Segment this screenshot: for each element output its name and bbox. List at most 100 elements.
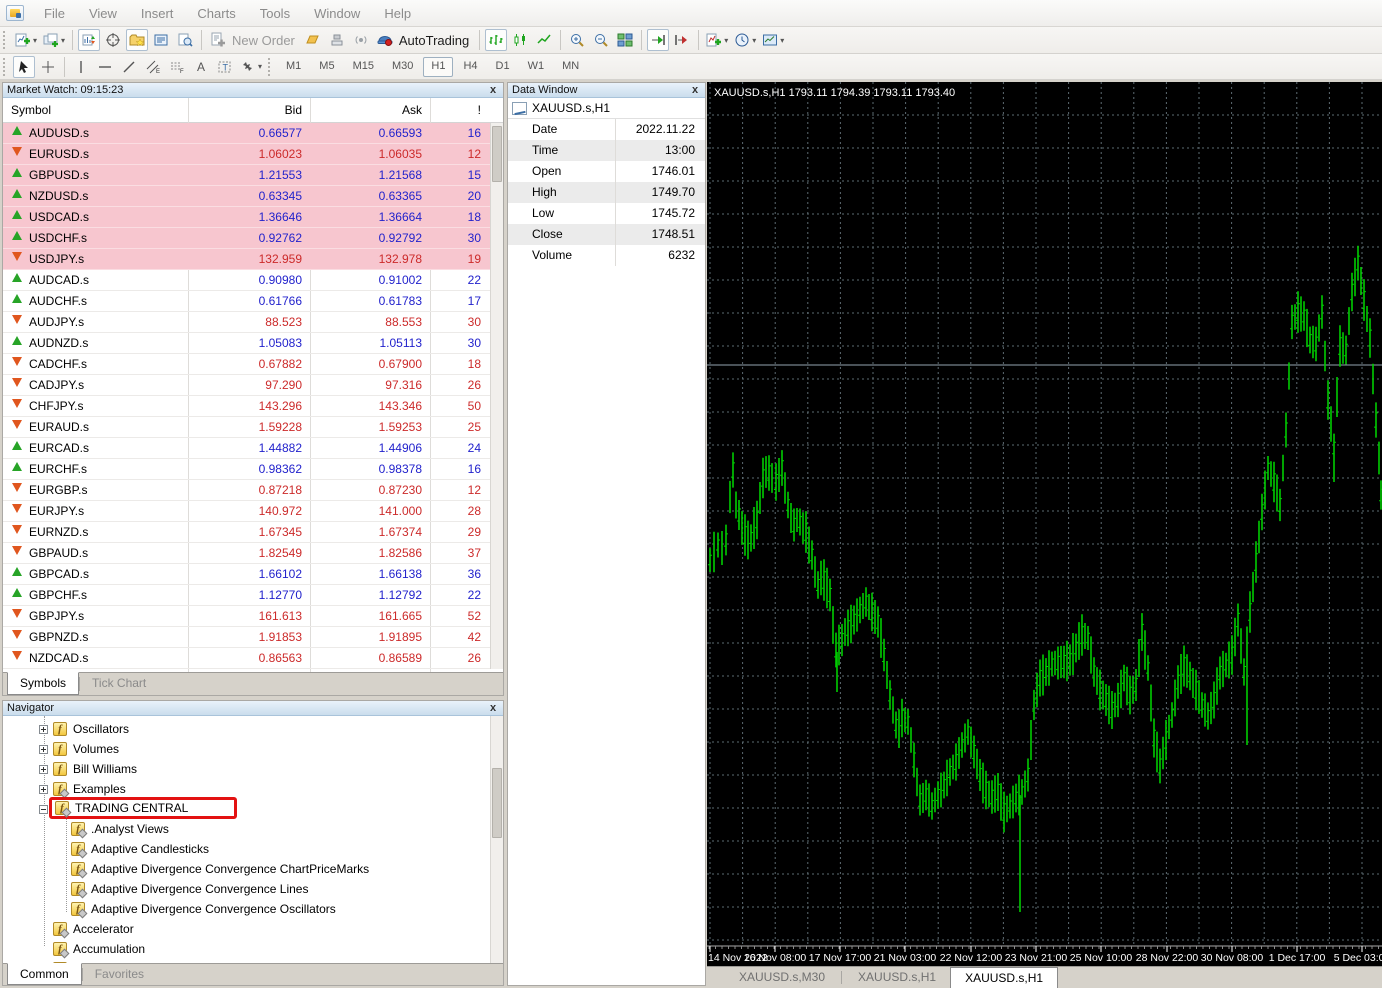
symbol-row-gbpaud.s[interactable]: GBPAUD.s1.825491.8258637 [3, 543, 503, 564]
autotrading-label[interactable]: AutoTrading [399, 33, 469, 48]
new-order-label[interactable]: New Order [232, 33, 295, 48]
timeframe-h1[interactable]: H1 [423, 57, 453, 77]
tree-item--analyst-views[interactable]: f.Analyst Views [71, 819, 169, 839]
scrollbar-thumb[interactable] [492, 768, 502, 838]
close-icon[interactable]: x [487, 703, 499, 714]
navigator-scrollbar[interactable] [490, 716, 503, 966]
trendline-button[interactable] [118, 56, 140, 78]
new-order-button[interactable] [207, 29, 229, 51]
menu-insert[interactable]: Insert [129, 2, 186, 25]
chart-window[interactable]: 14 Nov 202216 Nov 08:0017 Nov 17:0021 No… [707, 82, 1382, 966]
symbol-row-cadchf.s[interactable]: CADCHF.s0.678820.6790018 [3, 354, 503, 375]
expand-icon[interactable] [39, 785, 48, 794]
collapse-icon[interactable] [39, 805, 48, 814]
symbol-row-chfjpy.s[interactable]: CHFJPY.s143.296143.34650 [3, 396, 503, 417]
tab-symbols[interactable]: Symbols [7, 672, 79, 695]
autotrading-button[interactable] [374, 29, 396, 51]
symbol-row-nzdcad.s[interactable]: NZDCAD.s0.865630.8658926 [3, 648, 503, 669]
menu-tools[interactable]: Tools [248, 2, 302, 25]
text-button[interactable]: A [190, 56, 212, 78]
chart-tab-0[interactable]: XAUUSD.s,M30 [725, 967, 839, 988]
tab-common[interactable]: Common [7, 963, 82, 985]
tile-windows-button[interactable] [614, 29, 636, 51]
symbol-row-eurchf.s[interactable]: EURCHF.s0.983620.9837816 [3, 459, 503, 480]
timeframe-m1[interactable]: M1 [278, 57, 309, 77]
tree-item-bill-williams[interactable]: fBill Williams [39, 759, 137, 779]
menu-view[interactable]: View [77, 2, 129, 25]
auto-scroll-button[interactable] [647, 29, 669, 51]
crosshair-button[interactable] [37, 56, 59, 78]
symbol-row-eurusd.s[interactable]: EURUSD.s1.060231.0603512 [3, 144, 503, 165]
tree-item-adaptive-divergence-convergence-chartpricemarks[interactable]: fAdaptive Divergence Convergence ChartPr… [71, 859, 369, 879]
symbol-row-gbpcad.s[interactable]: GBPCAD.s1.661021.6613836 [3, 564, 503, 585]
tree-item-accelerator[interactable]: fAccelerator [53, 919, 134, 939]
data-window-toggle[interactable] [102, 29, 124, 51]
candlestick-chart-button[interactable] [509, 29, 531, 51]
fibonacci-button[interactable]: F [166, 56, 188, 78]
horizontal-line-button[interactable] [94, 56, 116, 78]
navigator-toggle[interactable] [126, 29, 148, 51]
symbol-row-usdchf.s[interactable]: USDCHF.s0.927620.9279230 [3, 228, 503, 249]
terminal-toggle[interactable] [150, 29, 172, 51]
equidistant-channel-button[interactable]: E [142, 56, 164, 78]
new-chart-button[interactable]: ▾ [13, 29, 39, 51]
arrows-button[interactable]: ▾ [238, 56, 264, 78]
symbol-row-audusd.s[interactable]: AUDUSD.s0.665770.6659316 [3, 123, 503, 144]
tree-item-trading-central[interactable]: fTRADING CENTRAL [39, 799, 237, 819]
symbol-row-gbpnzd.s[interactable]: GBPNZD.s1.918531.9189542 [3, 627, 503, 648]
strategy-tester-toggle[interactable] [174, 29, 196, 51]
symbol-row-eurjpy.s[interactable]: EURJPY.s140.972141.00028 [3, 501, 503, 522]
expand-icon[interactable] [39, 725, 48, 734]
chart-tab-1[interactable]: XAUUSD.s,H1 [844, 967, 950, 988]
symbol-row-eurcad.s[interactable]: EURCAD.s1.448821.4490624 [3, 438, 503, 459]
timeframe-m15[interactable]: M15 [345, 57, 382, 77]
symbol-row-nzdusd.s[interactable]: NZDUSD.s0.633450.6336520 [3, 186, 503, 207]
profiles-button[interactable]: ▾ [41, 29, 67, 51]
timeframe-d1[interactable]: D1 [488, 57, 518, 77]
expand-icon[interactable] [39, 745, 48, 754]
symbol-row-euraud.s[interactable]: EURAUD.s1.592281.5925325 [3, 417, 503, 438]
tab-favorites[interactable]: Favorites [83, 964, 156, 985]
market-watch-scrollbar[interactable] [490, 123, 503, 669]
symbol-row-gbpchf.s[interactable]: GBPCHF.s1.127701.1279222 [3, 585, 503, 606]
close-icon[interactable]: x [689, 85, 701, 96]
metaeditor-button[interactable] [302, 29, 324, 51]
symbol-row-audjpy.s[interactable]: AUDJPY.s88.52388.55330 [3, 312, 503, 333]
menu-charts[interactable]: Charts [185, 2, 247, 25]
symbol-row-eurgbp.s[interactable]: EURGBP.s0.872180.8723012 [3, 480, 503, 501]
symbol-row-eurnzd.s[interactable]: EURNZD.s1.673451.6737429 [3, 522, 503, 543]
menu-help[interactable]: Help [372, 2, 423, 25]
timeframe-h4[interactable]: H4 [455, 57, 485, 77]
scrollbar-thumb[interactable] [492, 126, 502, 182]
cursor-button[interactable] [13, 56, 35, 78]
indicators-button[interactable]: ▾ [704, 29, 730, 51]
column-header-[interactable]: ! [478, 103, 481, 117]
timeframe-m5[interactable]: M5 [311, 57, 342, 77]
column-header-symbol[interactable]: Symbol [11, 103, 51, 117]
signals-button[interactable] [350, 29, 372, 51]
tree-item-volumes[interactable]: fVolumes [39, 739, 119, 759]
tree-item-oscillators[interactable]: fOscillators [39, 719, 129, 739]
symbol-row-audcad.s[interactable]: AUDCAD.s0.909800.9100222 [3, 270, 503, 291]
timeframe-m30[interactable]: M30 [384, 57, 421, 77]
symbol-row-audnzd.s[interactable]: AUDNZD.s1.050831.0511330 [3, 333, 503, 354]
chart-tab-2[interactable]: XAUUSD.s,H1 [950, 967, 1058, 988]
symbol-row-gbpjpy.s[interactable]: GBPJPY.s161.613161.66552 [3, 606, 503, 627]
tab-tick-chart[interactable]: Tick Chart [80, 673, 158, 695]
experts-button[interactable] [326, 29, 348, 51]
menu-window[interactable]: Window [302, 2, 372, 25]
timeframe-mn[interactable]: MN [554, 57, 587, 77]
templates-button[interactable]: ▾ [760, 29, 786, 51]
chart-shift-button[interactable] [671, 29, 693, 51]
bar-chart-button[interactable] [485, 29, 507, 51]
expand-icon[interactable] [39, 765, 48, 774]
tree-item-accumulation[interactable]: fAccumulation [53, 939, 145, 959]
price-chart-canvas[interactable]: 14 Nov 202216 Nov 08:0017 Nov 17:0021 No… [707, 82, 1382, 966]
symbol-row-usdjpy.s[interactable]: USDJPY.s132.959132.97819 [3, 249, 503, 270]
text-label-button[interactable]: T [214, 56, 236, 78]
column-header-ask[interactable]: Ask [402, 103, 422, 117]
tree-item-adaptive-divergence-convergence-lines[interactable]: fAdaptive Divergence Convergence Lines [71, 879, 308, 899]
symbol-row-audchf.s[interactable]: AUDCHF.s0.617660.6178317 [3, 291, 503, 312]
tree-item-adaptive-candlesticks[interactable]: fAdaptive Candlesticks [71, 839, 209, 859]
column-header-bid[interactable]: Bid [285, 103, 302, 117]
